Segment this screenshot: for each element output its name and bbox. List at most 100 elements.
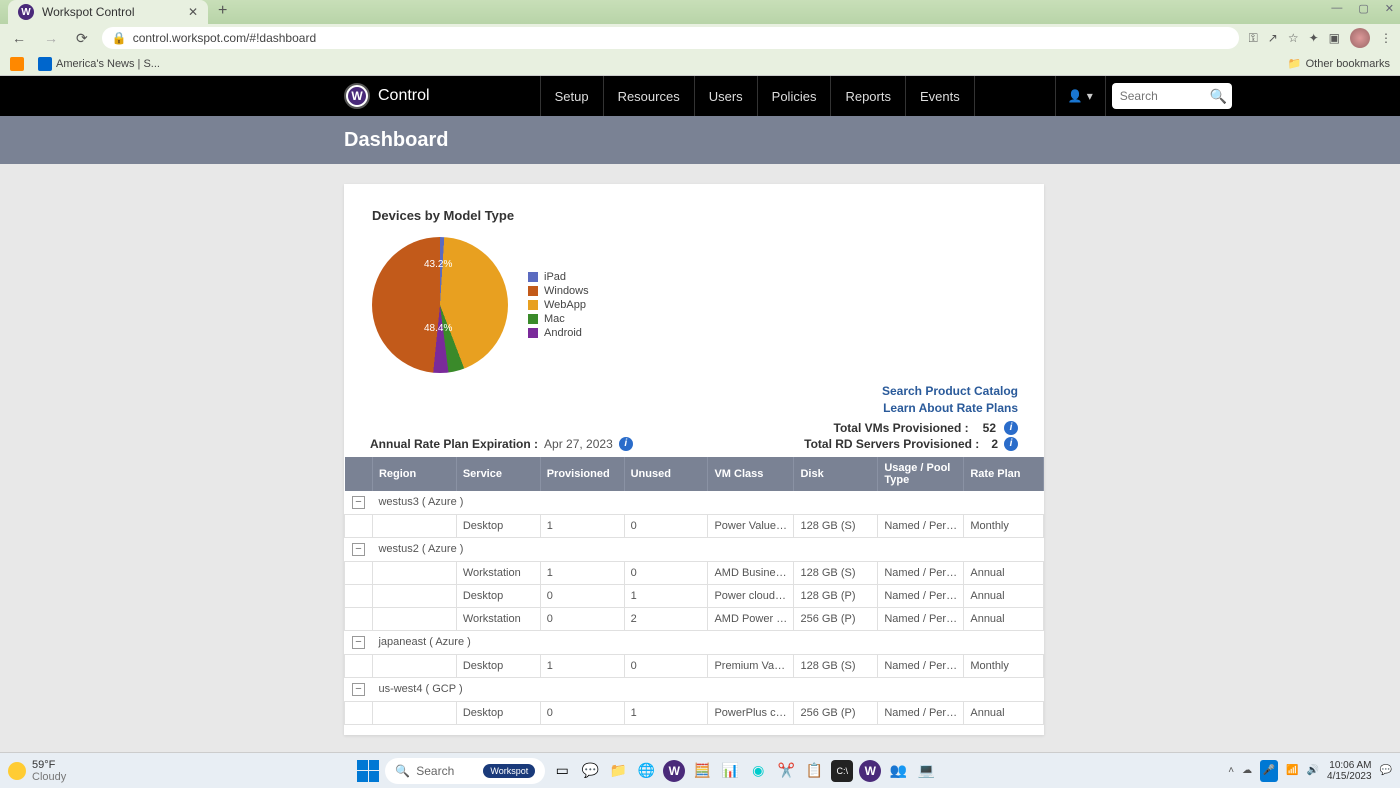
app-icon[interactable]: 💻 xyxy=(915,760,937,782)
mic-icon[interactable]: 🎤 xyxy=(1260,760,1278,782)
pie-slice-label: 48.4% xyxy=(424,323,452,334)
sidepanel-icon[interactable]: ▣ xyxy=(1329,31,1340,45)
workspot2-icon[interactable]: W xyxy=(859,760,881,782)
profile-avatar-icon[interactable] xyxy=(1350,28,1370,48)
calculator-icon[interactable]: 🧮 xyxy=(691,760,713,782)
tab-favicon-icon: W xyxy=(18,4,34,20)
wifi-icon[interactable]: 📶 xyxy=(1286,765,1298,776)
bookmark-item[interactable] xyxy=(10,57,24,71)
table-row[interactable]: Desktop01Power cloud de...128 GB (P)Name… xyxy=(345,584,1044,607)
extensions-icon[interactable]: ✦ xyxy=(1309,31,1319,45)
page-title-bar: Dashboard xyxy=(0,116,1400,164)
new-tab-button[interactable]: + xyxy=(208,0,237,24)
bookmark-item[interactable]: America's News | S... xyxy=(38,57,160,71)
legend-item[interactable]: WebApp xyxy=(528,299,589,311)
col-rateplan[interactable]: Rate Plan xyxy=(964,457,1044,491)
legend-item[interactable]: Windows xyxy=(528,285,589,297)
nav-setup[interactable]: Setup xyxy=(540,76,603,116)
rate-plans-link[interactable]: Learn About Rate Plans xyxy=(370,400,1018,417)
taskview-icon[interactable]: ▭ xyxy=(551,760,573,782)
collapse-icon[interactable]: − xyxy=(352,496,365,509)
nav-users[interactable]: Users xyxy=(694,76,757,116)
pie-slice-label: 43.2% xyxy=(424,259,452,270)
devices-pie-chart[interactable]: 43.2% 48.4% xyxy=(372,237,508,373)
region-group-row[interactable]: −japaneast ( Azure ) xyxy=(345,630,1044,654)
legend-item[interactable]: Android xyxy=(528,327,589,339)
brand-logo[interactable]: W Control xyxy=(0,83,540,109)
explorer-icon[interactable]: 📁 xyxy=(607,760,629,782)
col-vmclass[interactable]: VM Class xyxy=(708,457,794,491)
address-bar[interactable]: 🔒 control.workspot.com/#!dashboard xyxy=(102,27,1239,49)
collapse-icon[interactable]: − xyxy=(352,543,365,556)
info-icon[interactable]: i xyxy=(1004,421,1018,435)
folder-icon: 📁 xyxy=(1288,57,1302,70)
taskbar-weather[interactable]: 59°F Cloudy xyxy=(8,759,66,783)
col-usage[interactable]: Usage / Pool Type xyxy=(878,457,964,491)
nav-reports[interactable]: Reports xyxy=(830,76,905,116)
col-disk[interactable]: Disk xyxy=(794,457,878,491)
search-box[interactable]: 🔍 xyxy=(1112,83,1232,109)
taskbar-search[interactable]: 🔍 Search Workspot xyxy=(385,758,545,784)
nav-events[interactable]: Events xyxy=(905,76,975,116)
minimize-icon[interactable]: — xyxy=(1331,2,1342,15)
star-icon[interactable]: ☆ xyxy=(1288,31,1299,45)
nav-resources[interactable]: Resources xyxy=(603,76,694,116)
terminal-icon[interactable]: C:\ xyxy=(831,760,853,782)
volume-icon[interactable]: 🔊 xyxy=(1307,765,1319,776)
nav-policies[interactable]: Policies xyxy=(757,76,831,116)
search-icon[interactable]: 🔍 xyxy=(1210,88,1227,105)
teams-icon[interactable]: 👥 xyxy=(887,760,909,782)
url-text: control.workspot.com/#!dashboard xyxy=(133,31,316,45)
system-tray: ˄ ☁ 🎤 📶 🔊 10:06 AM 4/15/2023 💬 xyxy=(1228,760,1392,782)
collapse-icon[interactable]: − xyxy=(352,683,365,696)
chrome-icon[interactable]: 🌐 xyxy=(635,760,657,782)
notifications-icon[interactable]: 💬 xyxy=(1380,765,1392,776)
swatch-icon xyxy=(528,314,538,324)
browser-tab[interactable]: W Workspot Control ✕ xyxy=(8,0,208,24)
search-catalog-link[interactable]: Search Product Catalog xyxy=(370,383,1018,400)
app-icon[interactable]: ✂️ xyxy=(775,760,797,782)
info-icon[interactable]: i xyxy=(1004,437,1018,451)
tab-close-icon[interactable]: ✕ xyxy=(188,5,198,19)
app-icon[interactable]: ◉ xyxy=(747,760,769,782)
key-icon[interactable]: ⚿ xyxy=(1249,31,1258,46)
search-input[interactable] xyxy=(1120,89,1210,103)
info-icon[interactable]: i xyxy=(619,437,633,451)
workspot-icon[interactable]: W xyxy=(663,760,685,782)
col-service[interactable]: Service xyxy=(456,457,540,491)
table-row[interactable]: Desktop10Power Value clo...128 GB (S)Nam… xyxy=(345,514,1044,537)
table-row[interactable]: Desktop10Premium Value ...128 GB (S)Name… xyxy=(345,654,1044,677)
back-button[interactable]: ← xyxy=(8,30,30,46)
share-icon[interactable]: ↗ xyxy=(1268,31,1278,45)
logo-icon: W xyxy=(348,87,366,105)
close-icon[interactable]: ✕ xyxy=(1385,2,1394,15)
legend-item[interactable]: Mac xyxy=(528,313,589,325)
table-row[interactable]: Desktop01PowerPlus clou...256 GB (P)Name… xyxy=(345,701,1044,724)
user-menu-dropdown[interactable]: 👤 ▾ xyxy=(1055,76,1106,116)
table-row[interactable]: Workstation02AMD Power GP...256 GB (P)Na… xyxy=(345,607,1044,630)
region-group-row[interactable]: −westus3 ( Azure ) xyxy=(345,491,1044,515)
other-bookmarks-button[interactable]: 📁 Other bookmarks xyxy=(1288,57,1390,70)
start-button[interactable] xyxy=(357,760,379,782)
swatch-icon xyxy=(528,300,538,310)
total-rd-label: Total RD Servers Provisioned : xyxy=(804,437,979,451)
maximize-icon[interactable]: ▢ xyxy=(1358,2,1368,15)
onedrive-icon[interactable]: ☁ xyxy=(1242,765,1252,776)
taskbar-clock[interactable]: 10:06 AM 4/15/2023 xyxy=(1327,760,1372,782)
region-group-row[interactable]: −westus2 ( Azure ) xyxy=(345,537,1044,561)
chat-icon[interactable]: 💬 xyxy=(579,760,601,782)
collapse-icon[interactable]: − xyxy=(352,636,365,649)
col-provisioned[interactable]: Provisioned xyxy=(540,457,624,491)
col-unused[interactable]: Unused xyxy=(624,457,708,491)
reload-button[interactable]: ⟳ xyxy=(72,30,92,47)
expiration-label: Annual Rate Plan Expiration : xyxy=(370,437,538,451)
app-icon[interactable]: 📊 xyxy=(719,760,741,782)
region-group-row[interactable]: −us-west4 ( GCP ) xyxy=(345,677,1044,701)
menu-icon[interactable]: ⋮ xyxy=(1380,31,1392,45)
legend-item[interactable]: iPad xyxy=(528,271,589,283)
table-row[interactable]: Workstation10AMD Business ...128 GB (S)N… xyxy=(345,561,1044,584)
col-region[interactable]: Region xyxy=(372,457,456,491)
app-icon[interactable]: 📋 xyxy=(803,760,825,782)
chevron-up-icon[interactable]: ˄ xyxy=(1228,765,1234,776)
forward-button[interactable]: → xyxy=(40,30,62,46)
